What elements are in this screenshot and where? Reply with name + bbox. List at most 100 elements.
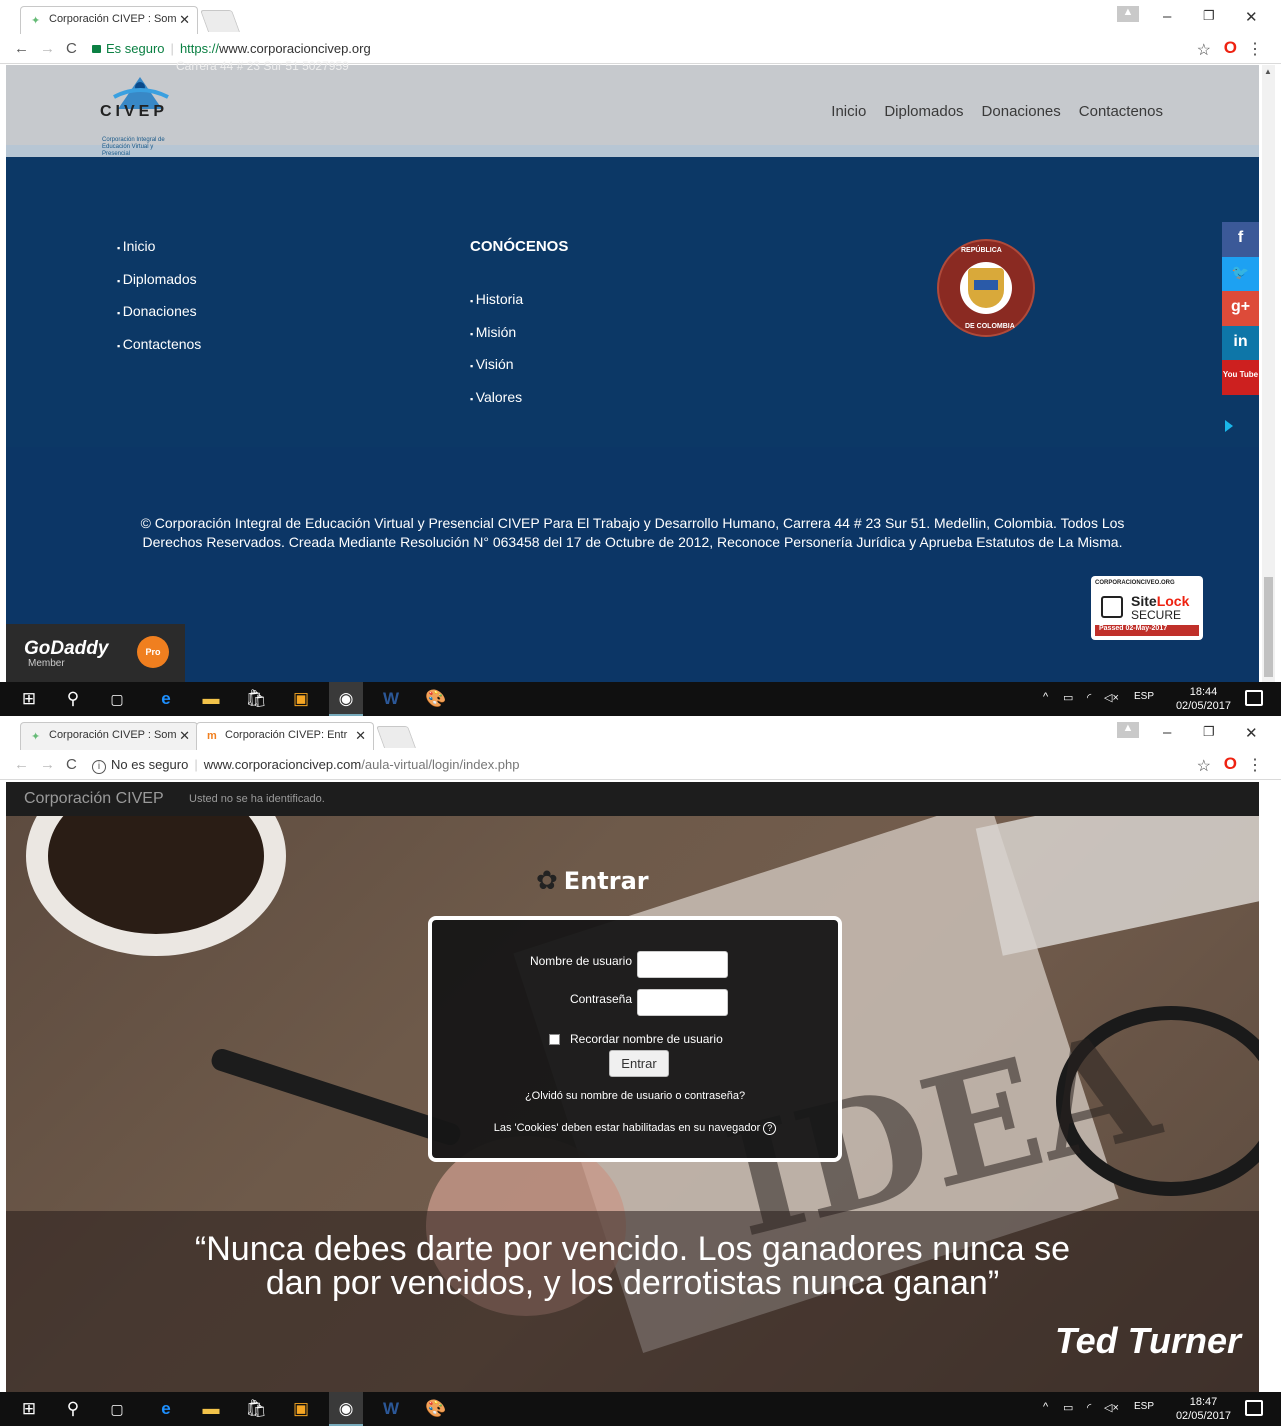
file-explorer-icon[interactable]: ▬ xyxy=(200,689,222,709)
footer-link-contactenos[interactable]: Contactenos xyxy=(117,336,202,369)
menu-icon[interactable]: ⋮ xyxy=(1247,39,1263,59)
paint-icon[interactable]: 🎨 xyxy=(425,1399,447,1419)
minimize-icon[interactable]: – xyxy=(1163,724,1171,741)
scroll-thumb[interactable] xyxy=(1264,577,1273,677)
chrome-icon[interactable]: ◉ xyxy=(335,1399,357,1419)
address-bar[interactable]: i No es seguro | www.corporacioncivep.com/a… xyxy=(92,754,1212,776)
battery-icon[interactable]: ▭ xyxy=(1063,1401,1073,1414)
sitelock-badge[interactable]: CORPORACIONCIVEO.ORG SiteLock SECURE Pas… xyxy=(1091,576,1203,640)
close-tab-icon[interactable]: ✕ xyxy=(179,728,190,744)
close-window-icon[interactable]: ✕ xyxy=(1245,8,1258,26)
page-scrollbar[interactable]: ▲ xyxy=(1262,65,1275,682)
notifications-icon[interactable] xyxy=(1245,1400,1263,1416)
google-plus-icon[interactable]: g+ xyxy=(1222,291,1259,326)
taskbar-clock[interactable]: 18:47 02/05/2017 xyxy=(1176,1395,1231,1423)
store-icon[interactable]: 🛍 xyxy=(245,1399,267,1419)
info-icon[interactable]: i xyxy=(92,760,106,774)
word-icon[interactable]: W xyxy=(380,689,402,709)
bookmark-star-icon[interactable]: ☆ xyxy=(1197,756,1211,776)
menu-icon[interactable]: ⋮ xyxy=(1247,755,1263,775)
link-historia[interactable]: Historia xyxy=(470,291,523,324)
link-valores[interactable]: Valores xyxy=(470,389,523,422)
volume-muted-icon[interactable]: ◁× xyxy=(1104,1401,1119,1414)
link-mision[interactable]: Misión xyxy=(470,324,523,357)
youtube-icon[interactable]: You Tube xyxy=(1222,360,1259,395)
forward-icon[interactable]: → xyxy=(40,756,55,773)
close-tab-icon[interactable]: ✕ xyxy=(179,12,190,28)
tray-chevron-icon[interactable]: ^ xyxy=(1043,1401,1048,1413)
forgot-password-link[interactable]: ¿Olvidó su nombre de usuario o contraseñ… xyxy=(432,1090,838,1102)
task-view-icon[interactable]: ▢ xyxy=(106,1399,128,1419)
nav-donaciones[interactable]: Donaciones xyxy=(982,103,1061,120)
chrome-icon[interactable]: ◉ xyxy=(335,689,357,709)
close-tab-icon[interactable]: ✕ xyxy=(355,728,366,744)
remember-username-label[interactable]: Recordar nombre de usuario xyxy=(570,1032,723,1046)
link-vision[interactable]: Visión xyxy=(470,356,523,389)
opera-icon[interactable]: O xyxy=(1224,754,1237,774)
footer-link-inicio[interactable]: Inicio xyxy=(117,238,201,271)
notifications-icon[interactable] xyxy=(1245,690,1263,706)
search-icon[interactable]: ⚲ xyxy=(62,689,84,709)
search-icon[interactable]: ⚲ xyxy=(62,1399,84,1419)
volume-muted-icon[interactable]: ◁× xyxy=(1104,691,1119,704)
file-explorer-icon[interactable]: ▬ xyxy=(200,1399,222,1419)
footer-link-donaciones[interactable]: Donaciones xyxy=(117,303,201,336)
back-icon[interactable]: ← xyxy=(14,756,29,773)
remember-username-checkbox[interactable] xyxy=(549,1034,560,1045)
bookmark-star-icon[interactable]: ☆ xyxy=(1197,40,1211,60)
godaddy-pro-badge[interactable]: GoDaddy Pro Member xyxy=(6,624,185,682)
scroll-up-icon[interactable]: ▲ xyxy=(1264,67,1272,76)
windows-start-icon[interactable]: ⊞ xyxy=(18,689,40,709)
opera-icon[interactable]: O xyxy=(1224,38,1237,58)
tab-moodle-login[interactable]: m Corporación CIVEP: Entr ✕ xyxy=(196,722,374,750)
social-collapse-icon[interactable] xyxy=(1225,420,1233,432)
tab-title: Corporación CIVEP : Som xyxy=(49,13,177,25)
facebook-icon[interactable]: f xyxy=(1222,222,1259,257)
restore-icon[interactable]: ❐ xyxy=(1203,8,1215,24)
windows-start-icon[interactable]: ⊞ xyxy=(18,1399,40,1419)
nav-contactenos[interactable]: Contactenos xyxy=(1079,103,1163,120)
wifi-icon[interactable]: ◜ xyxy=(1087,691,1091,704)
back-icon[interactable]: ← xyxy=(14,40,29,57)
profile-icon[interactable]: ▲ xyxy=(1117,6,1139,22)
new-tab-button[interactable] xyxy=(375,726,417,748)
password-input[interactable] xyxy=(637,989,728,1016)
task-view-icon[interactable]: ▢ xyxy=(106,689,128,709)
linkedin-icon[interactable]: in xyxy=(1222,325,1259,360)
username-input[interactable] xyxy=(637,951,728,978)
address-bar[interactable]: Es seguro | https://www.corporacioncivep.o… xyxy=(92,38,1212,60)
paint-icon[interactable]: 🎨 xyxy=(425,689,447,709)
profile-icon[interactable]: ▲ xyxy=(1117,722,1139,738)
battery-icon[interactable]: ▭ xyxy=(1063,691,1073,704)
media-player-icon[interactable]: ▣ xyxy=(290,689,312,709)
minimize-icon[interactable]: – xyxy=(1163,8,1171,25)
reload-icon[interactable]: C xyxy=(66,756,77,773)
edge-icon[interactable]: e xyxy=(155,689,177,709)
close-window-icon[interactable]: ✕ xyxy=(1245,724,1258,742)
footer-link-diplomados[interactable]: Diplomados xyxy=(117,271,201,304)
login-button[interactable]: Entrar xyxy=(609,1050,669,1077)
store-icon[interactable]: 🛍 xyxy=(245,689,267,709)
cookies-notice: Las 'Cookies' deben estar habilitadas en… xyxy=(432,1122,838,1135)
word-icon[interactable]: W xyxy=(380,1399,402,1419)
header-band xyxy=(6,145,1259,157)
twitter-icon[interactable]: 🐦 xyxy=(1222,256,1259,291)
tray-chevron-icon[interactable]: ^ xyxy=(1043,691,1048,703)
nav-inicio[interactable]: Inicio xyxy=(831,103,866,120)
media-player-icon[interactable]: ▣ xyxy=(290,1399,312,1419)
taskbar-clock[interactable]: 18:44 02/05/2017 xyxy=(1176,685,1231,713)
civep-logo[interactable]: CIVEP Corporación Integral de Educación … xyxy=(100,75,180,157)
reload-icon[interactable]: C xyxy=(66,40,77,57)
new-tab-button[interactable] xyxy=(199,10,241,32)
restore-icon[interactable]: ❐ xyxy=(1203,724,1215,740)
site-name-link[interactable]: Corporación CIVEP xyxy=(24,790,164,808)
tab-civep-home[interactable]: ✦ Corporación CIVEP : Som ✕ xyxy=(20,6,198,34)
edge-icon[interactable]: e xyxy=(155,1399,177,1419)
language-indicator[interactable]: ESP xyxy=(1134,1401,1154,1412)
tab-civep-home[interactable]: ✦ Corporación CIVEP : Som ✕ xyxy=(20,722,198,750)
help-icon[interactable]: ? xyxy=(763,1122,777,1135)
nav-diplomados[interactable]: Diplomados xyxy=(884,103,963,120)
language-indicator[interactable]: ESP xyxy=(1134,691,1154,702)
wifi-icon[interactable]: ◜ xyxy=(1087,1401,1091,1414)
forward-icon[interactable]: → xyxy=(40,40,55,57)
